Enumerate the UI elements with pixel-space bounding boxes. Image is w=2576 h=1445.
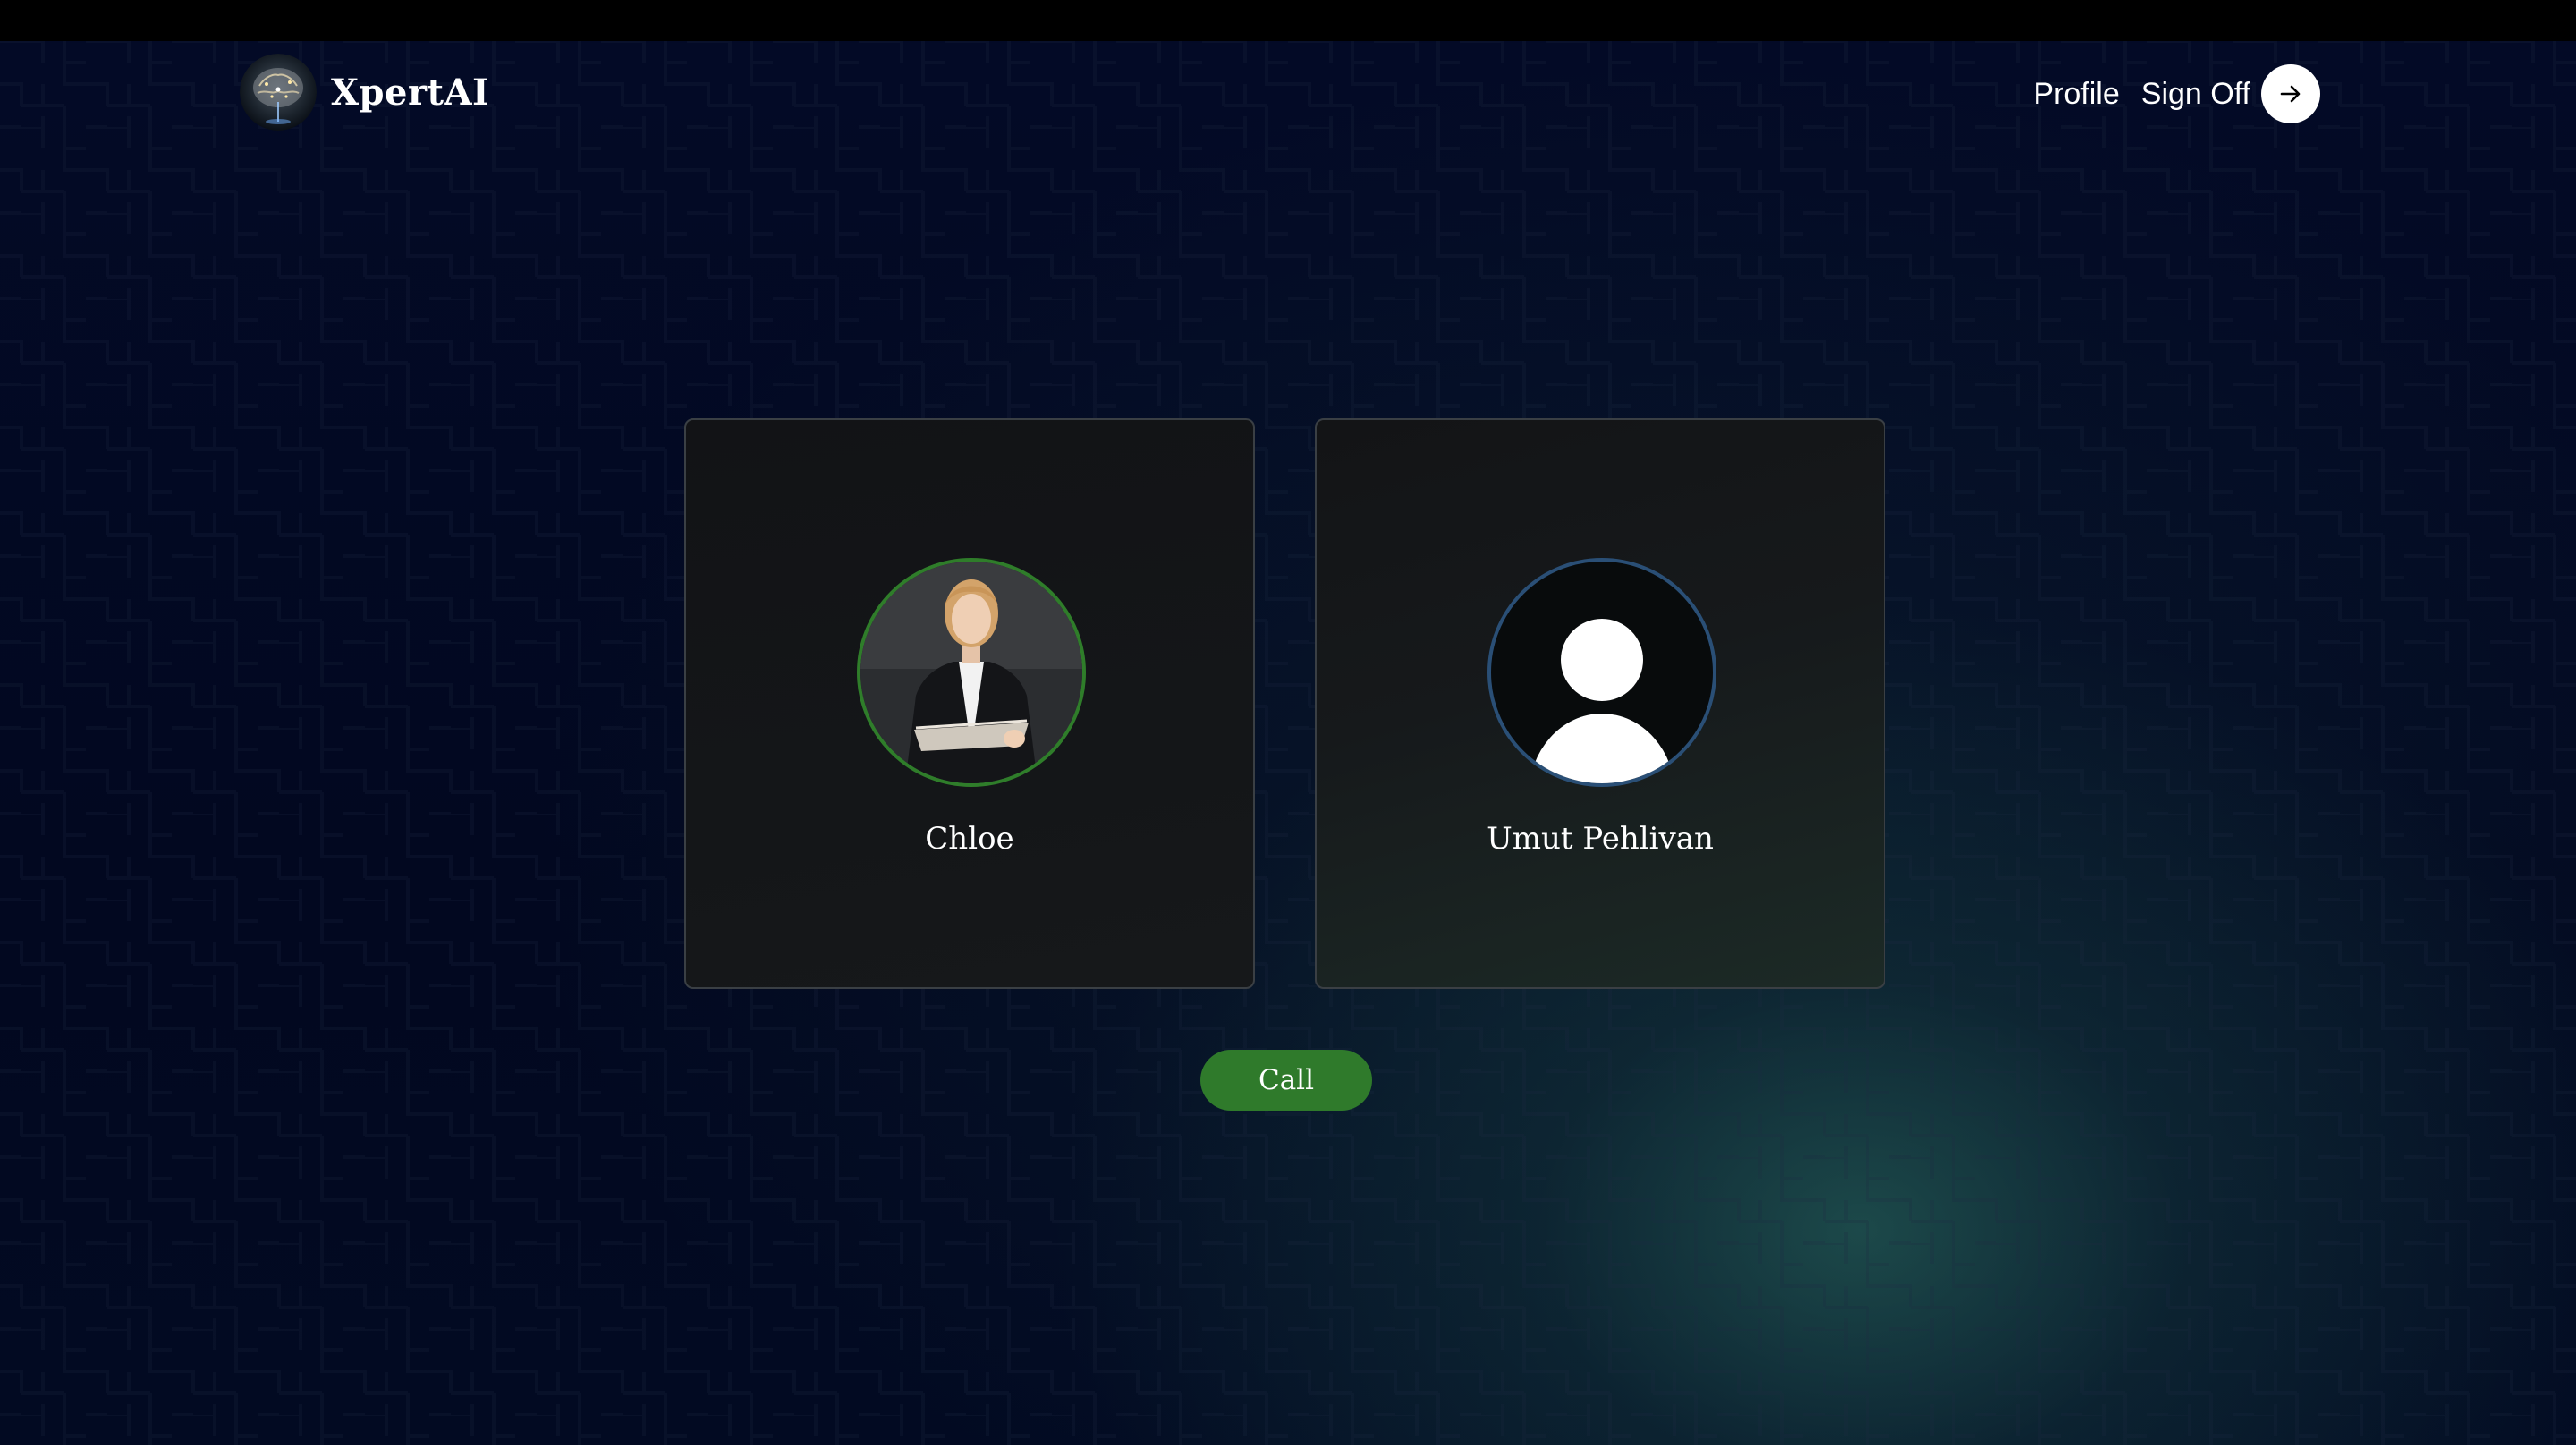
- participant-card-chloe[interactable]: Chloe: [684, 418, 1255, 989]
- avatar: [1487, 558, 1716, 787]
- arrow-right-icon: [2280, 85, 2301, 103]
- window-top-bar: [0, 0, 2576, 41]
- app-background: [0, 41, 2576, 1445]
- brand[interactable]: XpertAI: [240, 54, 489, 131]
- top-nav: Profile Sign Off: [2033, 64, 2320, 123]
- app-name: XpertAI: [331, 71, 490, 114]
- brain-globe-icon: [240, 54, 317, 131]
- call-button[interactable]: Call: [1200, 1050, 1372, 1111]
- avatar: [857, 558, 1086, 787]
- user-photo: [860, 562, 1082, 783]
- participant-name: Chloe: [925, 821, 1014, 857]
- sign-off-button[interactable]: [2261, 64, 2320, 123]
- maze-background-pattern: [0, 41, 2576, 1445]
- sign-off-link[interactable]: Sign Off: [2141, 77, 2250, 112]
- participant-card-umut[interactable]: Umut Pehlivan: [1315, 418, 1885, 989]
- participant-name: Umut Pehlivan: [1487, 821, 1714, 857]
- default-user-icon: [1529, 619, 1675, 783]
- profile-link[interactable]: Profile: [2033, 77, 2119, 112]
